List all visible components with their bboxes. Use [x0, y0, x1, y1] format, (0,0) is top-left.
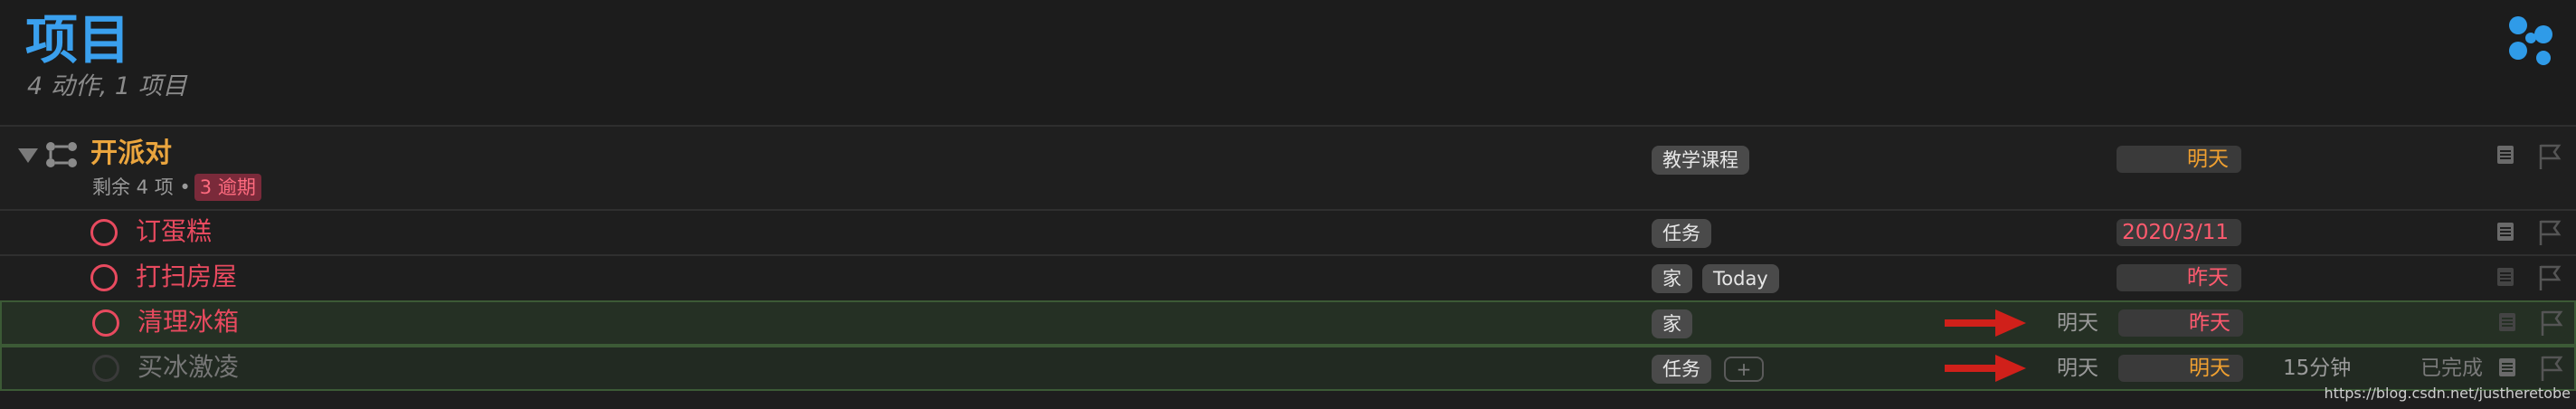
task-row[interactable]: 清理冰箱 家 明天 昨天 [0, 300, 2576, 346]
task-defer-date[interactable]: 明天 [2057, 354, 2098, 383]
page-subtitle: 4 动作, 1 项目 [27, 72, 187, 100]
task-checkbox[interactable] [92, 309, 119, 337]
perspective-dots-icon[interactable] [2505, 14, 2556, 65]
task-row[interactable]: 买冰激凌 任务 + 明天 明天 15分钟 已完成 [0, 346, 2576, 391]
task-name[interactable]: 订蛋糕 [136, 214, 212, 250]
note-icon[interactable] [2498, 357, 2516, 377]
task-tag[interactable]: 家 [1652, 309, 1692, 338]
task-checkbox[interactable] [90, 219, 118, 246]
remaining-count: 剩余 4 项 • [92, 176, 191, 198]
task-tag[interactable]: Today [1702, 264, 1779, 293]
task-row[interactable]: 订蛋糕 任务 2020/3/11 [0, 210, 2576, 255]
red-arrow-icon [1945, 309, 2026, 337]
project-sequential-icon [46, 142, 77, 167]
task-due-date[interactable]: 昨天 [2118, 309, 2243, 337]
task-checkbox[interactable] [90, 264, 118, 291]
task-name[interactable]: 买冰激凌 [137, 349, 239, 385]
project-due-date[interactable]: 明天 [2117, 146, 2241, 173]
task-due-date[interactable]: 明天 [2118, 355, 2243, 382]
task-tag[interactable]: 家 [1652, 264, 1692, 293]
page-title: 项目 [25, 9, 131, 71]
task-defer-date[interactable]: 明天 [2057, 309, 2098, 338]
red-arrow-icon [1945, 355, 2026, 382]
task-name[interactable]: 清理冰箱 [137, 304, 239, 340]
note-icon[interactable] [2496, 145, 2514, 165]
task-tag[interactable]: 任务 [1652, 355, 1711, 384]
project-row[interactable]: 开派对 剩余 4 项 • 3 逾期 教学课程 明天 [0, 127, 2576, 210]
project-tag[interactable]: 教学课程 [1652, 146, 1749, 175]
add-tag-button[interactable]: + [1724, 357, 1764, 382]
task-name[interactable]: 打扫房屋 [136, 259, 237, 295]
flag-icon[interactable] [2538, 143, 2562, 170]
task-tag[interactable]: 任务 [1652, 219, 1711, 248]
task-duration[interactable]: 15分钟 [2283, 354, 2351, 383]
task-checkbox[interactable] [92, 355, 119, 382]
task-completed-status: 已完成 [2420, 357, 2483, 380]
header: 项目 4 动作, 1 项目 [0, 0, 2576, 125]
flag-icon[interactable] [2540, 309, 2563, 337]
task-due-date[interactable]: 2020/3/11 [2117, 219, 2241, 246]
overdue-badge: 3 逾期 [194, 174, 261, 201]
note-icon[interactable] [2496, 267, 2514, 287]
note-icon[interactable] [2498, 312, 2516, 332]
flag-icon[interactable] [2538, 219, 2562, 246]
note-icon[interactable] [2496, 222, 2514, 242]
disclosure-triangle-icon[interactable] [18, 148, 38, 163]
task-due-date[interactable]: 昨天 [2117, 264, 2241, 291]
task-row[interactable]: 打扫房屋 家 Today 昨天 [0, 255, 2576, 300]
project-name[interactable]: 开派对 [90, 136, 172, 172]
flag-icon[interactable] [2540, 355, 2563, 382]
project-meta: 剩余 4 项 • 3 逾期 [92, 174, 261, 201]
watermark: https://blog.csdn.net/justheretobe [2324, 385, 2571, 402]
flag-icon[interactable] [2538, 264, 2562, 291]
